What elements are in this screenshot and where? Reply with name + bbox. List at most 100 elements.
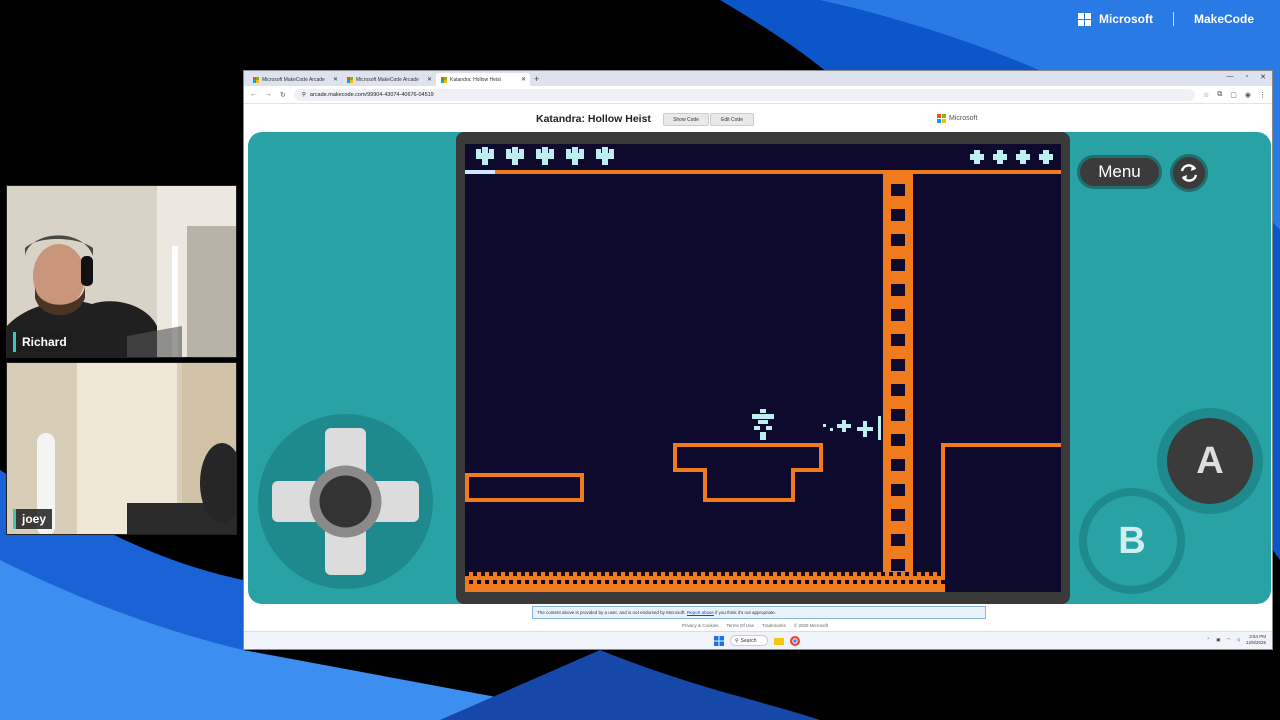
floor-tile xyxy=(613,580,617,584)
tray-chevron-icon[interactable]: ⌃ xyxy=(1207,637,1211,643)
edit-code-button[interactable]: Edit Code xyxy=(710,113,754,126)
floor-tile xyxy=(657,572,661,576)
restart-button[interactable] xyxy=(1170,154,1208,192)
show-code-button[interactable]: Show Code xyxy=(663,113,709,126)
game-title: Katandra: Hollow Heist xyxy=(536,113,651,125)
microsoft-header-logo: Microsoft xyxy=(937,114,977,123)
floor-tile xyxy=(701,580,705,584)
floor-tile xyxy=(877,580,881,584)
chain-hole xyxy=(891,209,905,221)
floor-tile xyxy=(537,572,541,576)
url-field[interactable]: ⚲ arcade.makecode.com/99904-43074-40676-… xyxy=(293,88,1195,101)
close-tab-icon[interactable]: ✕ xyxy=(333,76,338,83)
tray-app-icon[interactable]: ▣ xyxy=(1216,637,1220,643)
floor-tile xyxy=(513,572,517,576)
floor-tile xyxy=(525,580,529,584)
life-icon xyxy=(1016,150,1030,164)
file-explorer-icon[interactable] xyxy=(774,636,784,646)
brand-microsoft: Microsoft xyxy=(1098,12,1153,26)
chain-hole xyxy=(891,434,905,446)
floor-tile xyxy=(821,580,825,584)
maximize-icon[interactable]: ▫ xyxy=(1246,73,1248,81)
back-arrow-icon[interactable]: ← xyxy=(250,91,257,98)
platform-right xyxy=(941,443,1061,592)
floor-tile xyxy=(753,572,757,576)
floor-tile xyxy=(789,580,793,584)
floor-tile xyxy=(925,580,929,584)
footer-link[interactable]: Terms Of Use xyxy=(727,623,755,628)
floor-tile xyxy=(481,572,485,576)
floor-tile xyxy=(841,572,845,576)
floor-tile xyxy=(625,572,629,576)
site-info-icon[interactable]: ⚲ xyxy=(302,92,306,98)
floor-tile xyxy=(705,572,709,576)
volume-icon[interactable]: ◁ xyxy=(1237,637,1240,643)
floor-tile xyxy=(533,580,537,584)
floor-tile xyxy=(521,572,525,576)
floor-tile xyxy=(545,572,549,576)
new-tab-icon[interactable]: + xyxy=(534,73,539,86)
floor-tile xyxy=(769,572,773,576)
floor-tile xyxy=(745,572,749,576)
floor-tile xyxy=(617,572,621,576)
platform-center xyxy=(673,443,823,502)
game-screen-frame xyxy=(456,132,1070,604)
sidebar-icon[interactable]: ▢ xyxy=(1230,91,1237,99)
game-screen[interactable] xyxy=(465,144,1061,592)
forward-arrow-icon[interactable]: → xyxy=(265,91,272,98)
taskbar-search[interactable]: ⚲ Search xyxy=(730,635,768,646)
browser-tab[interactable]: Microsoft MakeCode Arcade ✕ xyxy=(342,73,436,86)
taskbar-clock[interactable]: 3:54 PM 12/8/2025 xyxy=(1246,634,1266,646)
chain-hole xyxy=(891,534,905,546)
browser-tab-active[interactable]: Katandra: Hollow Heist ✕ xyxy=(436,73,530,86)
floor-tile xyxy=(777,572,781,576)
browser-tab[interactable]: Microsoft MakeCode Arcade ✕ xyxy=(248,73,342,86)
close-tab-icon[interactable]: ✕ xyxy=(427,76,432,83)
floor-tile xyxy=(645,580,649,584)
footer-link[interactable]: Trademarks xyxy=(762,623,786,628)
b-button[interactable]: B xyxy=(1079,488,1185,594)
floor-tile xyxy=(801,572,805,576)
dpad-cross-icon[interactable] xyxy=(258,414,433,589)
close-window-icon[interactable]: ✕ xyxy=(1260,73,1266,81)
brand-makecode: MakeCode xyxy=(1193,12,1254,26)
floor-tile xyxy=(465,572,469,576)
windows-start-icon[interactable] xyxy=(714,635,724,646)
close-tab-icon[interactable]: ✕ xyxy=(521,76,526,83)
dpad[interactable] xyxy=(258,414,433,589)
heart-icon xyxy=(476,147,494,165)
bookmark-star-icon[interactable]: ☆ xyxy=(1203,91,1209,99)
floor-tile xyxy=(853,580,857,584)
footer-link[interactable]: Privacy & Cookies xyxy=(682,623,719,628)
a-button[interactable]: A xyxy=(1167,418,1253,504)
wifi-icon[interactable]: ◠ xyxy=(1227,637,1231,643)
participant-name-label: Richard xyxy=(13,332,73,352)
floor-tile xyxy=(837,580,841,584)
chain-hole xyxy=(891,409,905,421)
profile-icon[interactable]: ◉ xyxy=(1245,91,1251,99)
floor-tile xyxy=(517,580,521,584)
more-menu-icon[interactable]: ⋮ xyxy=(1259,91,1266,99)
chrome-icon[interactable] xyxy=(790,635,800,646)
extensions-icon[interactable]: ⧉ xyxy=(1217,91,1222,99)
floor-tile xyxy=(561,572,565,576)
chain-hole xyxy=(891,459,905,471)
chain-hole xyxy=(891,259,905,271)
floor-tile xyxy=(581,580,585,584)
search-icon: ⚲ xyxy=(735,637,739,644)
game-simulator: Menu A B xyxy=(248,132,1271,604)
floor-tile xyxy=(681,572,685,576)
chain-hole xyxy=(891,384,905,396)
life-icon xyxy=(993,150,1007,164)
minimize-icon[interactable]: — xyxy=(1227,73,1234,81)
report-abuse-link[interactable]: Report abuse xyxy=(687,610,714,615)
participant-name-label: joey xyxy=(13,509,53,529)
reload-icon[interactable]: ↻ xyxy=(280,91,286,99)
floor-tile xyxy=(497,572,501,576)
hud-divider xyxy=(465,170,1061,174)
floor-tile xyxy=(661,580,665,584)
floor-tile xyxy=(833,572,837,576)
floor-tile xyxy=(469,580,473,584)
menu-button[interactable]: Menu xyxy=(1077,155,1162,189)
floor-tile xyxy=(601,572,605,576)
